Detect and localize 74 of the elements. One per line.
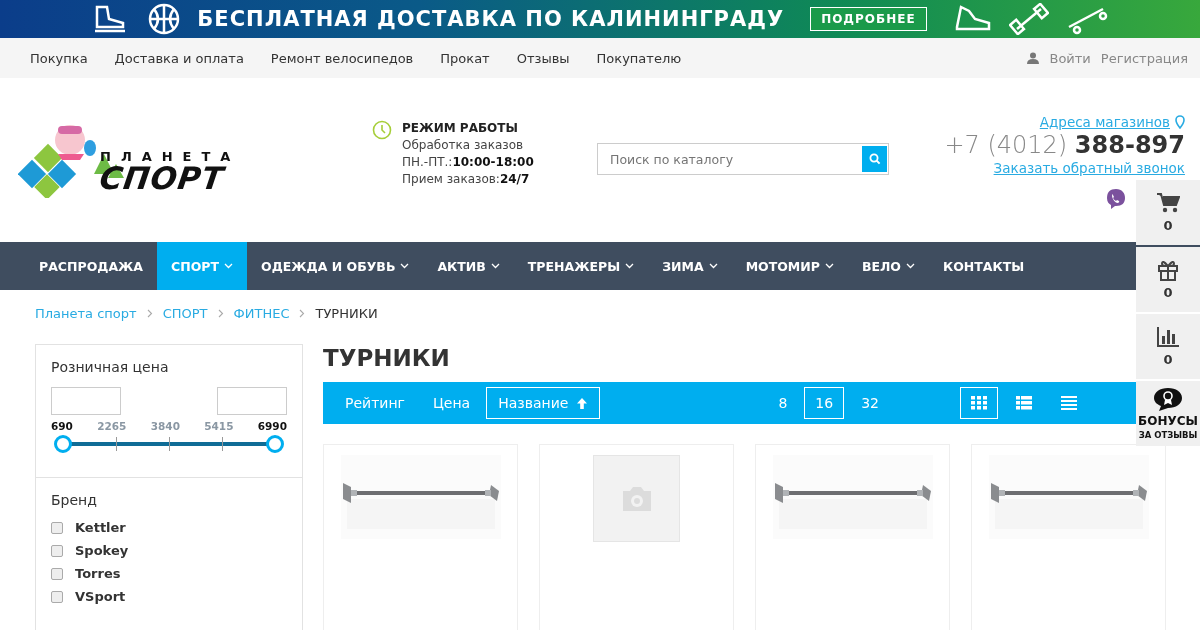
main-nav-item[interactable]: РАСПРОДАЖА xyxy=(25,242,158,290)
hours-line: Прием заказов:24/7 xyxy=(402,171,531,188)
hours-line: ПН.-ПТ.:10:00-18:00 xyxy=(402,154,534,171)
top-nav-link[interactable]: Прокат xyxy=(440,50,490,66)
slider-handle[interactable] xyxy=(54,435,72,453)
checkbox[interactable] xyxy=(51,521,63,534)
hours-line: Обработка заказов xyxy=(402,137,525,154)
chevron-icon xyxy=(217,308,224,318)
product-card[interactable] xyxy=(323,444,518,630)
max-price-input[interactable] xyxy=(217,387,287,415)
product-card[interactable] xyxy=(755,444,950,630)
lines-icon xyxy=(1061,396,1077,410)
scale-label: 3840 xyxy=(150,420,180,432)
dumbbell-icon xyxy=(1008,3,1049,35)
arrow-up-icon xyxy=(576,396,589,410)
bar-chart-icon xyxy=(1156,326,1180,348)
details-button[interactable]: ПОДРОБНЕЕ xyxy=(810,7,927,31)
scale-label: 5415 xyxy=(204,420,234,432)
product-card[interactable] xyxy=(971,444,1166,630)
search-icon xyxy=(868,153,881,165)
min-price-input[interactable] xyxy=(51,387,121,415)
location-pin-icon xyxy=(1175,115,1185,129)
checkbox[interactable] xyxy=(51,590,63,603)
compare-button[interactable]: 0 xyxy=(1136,314,1200,379)
speech-bubble-icon xyxy=(1153,387,1183,411)
product-card[interactable] xyxy=(539,444,734,630)
filter-title: Бренд xyxy=(51,492,98,508)
search-button[interactable] xyxy=(862,146,887,172)
chevron-icon xyxy=(146,308,153,318)
top-nav-link[interactable]: Покупателю xyxy=(596,50,682,66)
ball-icon xyxy=(147,2,182,36)
user-icon xyxy=(1027,52,1040,64)
checkbox[interactable] xyxy=(51,567,63,580)
list-icon xyxy=(1016,396,1032,410)
chevron-icon xyxy=(299,308,306,318)
brand-option[interactable]: Spokey xyxy=(75,543,129,558)
main-nav-item[interactable]: АКТИВ xyxy=(423,242,514,290)
scale-label: 690 xyxy=(51,420,73,432)
search-field[interactable]: Поиск по каталогу xyxy=(597,143,889,175)
bonus-button[interactable]: БОНУСЫ ЗА ОТЗЫВЫ xyxy=(1136,381,1200,446)
grid-icon xyxy=(971,396,987,410)
promo-banner[interactable]: БЕСПЛАТНАЯ ДОСТАВКА ПО КАЛИНИНГРАДУ ПОДРОБНЕЕ xyxy=(0,0,1200,38)
phone-bubble-icon[interactable] xyxy=(1105,188,1127,210)
top-nav-link[interactable]: Отзывы xyxy=(516,50,570,66)
main-nav-item[interactable]: ТРЕНАЖЕРЫ xyxy=(513,242,649,290)
logo-text: СПОРТ xyxy=(97,163,227,194)
brand-option[interactable]: Kettler xyxy=(75,520,126,535)
brand-option[interactable]: Torres xyxy=(75,566,121,581)
breadcrumb[interactable]: ТУРНИКИ xyxy=(315,305,378,321)
phone-number: +7 (4012) 388-897 xyxy=(944,130,1185,160)
gift-icon xyxy=(1157,259,1179,281)
checkbox[interactable] xyxy=(51,544,63,557)
gift-button[interactable]: 0 xyxy=(1136,247,1200,312)
top-nav-link[interactable]: Ремонт велосипедов xyxy=(270,50,414,66)
hours-title: РЕЖИМ РАБОТЫ xyxy=(402,120,519,137)
top-nav-link[interactable]: Покупка xyxy=(30,50,88,66)
logo-text: ПЛАНЕТА xyxy=(100,150,241,163)
main-nav-item[interactable]: МОТОМИР xyxy=(731,242,848,290)
filter-title: Розничная цена xyxy=(51,359,170,375)
banner-text: БЕСПЛАТНАЯ ДОСТАВКА ПО КАЛИНИНГРАДУ xyxy=(197,7,785,31)
brand-option[interactable]: VSport xyxy=(75,589,126,604)
top-nav-link[interactable]: Доставка и оплата xyxy=(114,50,244,66)
main-nav-item[interactable]: ЗИМА xyxy=(648,242,732,290)
scale-label: 2265 xyxy=(97,420,127,432)
clock-icon xyxy=(372,120,392,140)
grid-view-button[interactable] xyxy=(960,387,998,419)
main-nav-item[interactable]: ОДЕЖДА И ОБУВЬ xyxy=(247,242,424,290)
cart-icon xyxy=(1156,192,1180,214)
scale-label: 6990 xyxy=(257,420,287,432)
page-title: ТУРНИКИ xyxy=(323,344,451,373)
slider-handle[interactable] xyxy=(266,435,284,453)
main-nav-item[interactable]: ВЕЛО xyxy=(847,242,929,290)
cart-button[interactable]: 0 xyxy=(1136,180,1200,245)
main-nav-item[interactable]: КОНТАКТЫ xyxy=(929,242,1039,290)
